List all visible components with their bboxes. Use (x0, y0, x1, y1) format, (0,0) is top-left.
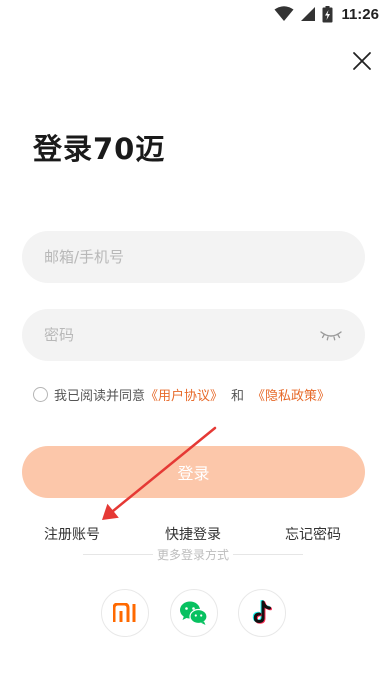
xiaomi-logo-icon (113, 603, 136, 622)
tiktok-login-button[interactable] (238, 589, 286, 637)
secondary-links-row: 注册账号 快捷登录 忘记密码 (0, 524, 387, 546)
battery-charging-icon (322, 5, 333, 22)
close-button[interactable] (349, 48, 375, 74)
password-input[interactable] (44, 309, 314, 361)
agreement-and: 和 (231, 388, 245, 404)
more-login-divider: 更多登录方式 (83, 546, 303, 566)
wifi-icon (274, 6, 294, 21)
login-button[interactable]: 登录 (22, 446, 365, 498)
close-icon (353, 52, 371, 70)
agreement-checkbox[interactable] (33, 386, 48, 402)
xiaomi-login-button[interactable] (101, 589, 149, 637)
email-field-container (22, 231, 365, 283)
status-time: 11:26 (341, 5, 379, 23)
email-phone-input[interactable] (44, 231, 314, 283)
agreement-row: 我已阅读并同意 《用户协议》 和 《隐私政策》 (33, 385, 330, 404)
status-bar: 11:26 (0, 0, 387, 28)
cellular-signal-icon (301, 7, 316, 21)
quick-login-link[interactable]: 快捷登录 (165, 524, 221, 544)
status-icons: 11:26 (274, 4, 379, 24)
forgot-password-link[interactable]: 忘记密码 (285, 524, 341, 544)
eye-closed-icon (320, 331, 342, 341)
more-login-label: 更多登录方式 (152, 548, 233, 562)
privacy-policy-link[interactable]: 《隐私政策》 (252, 385, 330, 404)
register-account-link[interactable]: 注册账号 (44, 524, 100, 544)
wechat-icon (180, 601, 208, 625)
agreement-prefix: 我已阅读并同意 (54, 388, 146, 404)
password-field-container (22, 309, 365, 361)
wechat-login-button[interactable] (170, 589, 218, 637)
page-title: 登录70迈 (33, 132, 166, 166)
tiktok-icon (252, 600, 272, 624)
user-agreement-link[interactable]: 《用户协议》 (145, 385, 223, 404)
password-visibility-toggle[interactable] (319, 326, 343, 344)
